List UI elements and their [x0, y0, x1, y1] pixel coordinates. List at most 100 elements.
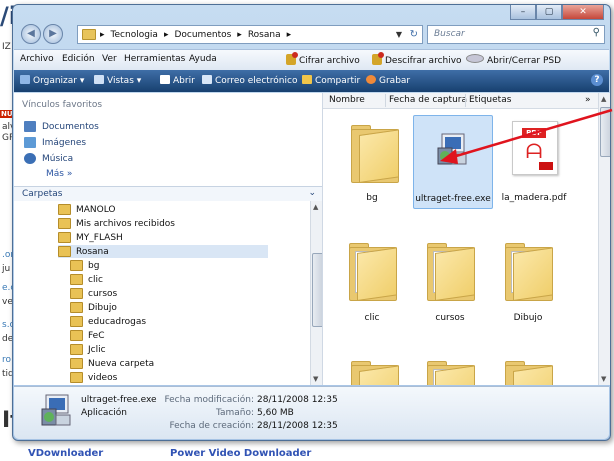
scroll-down-icon[interactable]: ▼ [313, 375, 318, 383]
grabar-button[interactable]: Grabar [366, 75, 410, 86]
menu-bar: Archivo Edición Ver Herramientas Ayuda C… [14, 49, 609, 70]
correo-electronico-button[interactable]: Correo electrónico [202, 75, 297, 86]
forward-button[interactable]: ▶ [43, 24, 63, 44]
tree-item-cursos[interactable]: cursos [70, 287, 117, 300]
files-scrollbar[interactable]: ▲ ▼ [598, 93, 610, 385]
close-button[interactable]: ✕ [562, 5, 604, 20]
folder-icon [70, 372, 83, 383]
column-separator[interactable] [385, 94, 386, 107]
favorite-musica[interactable]: Música [24, 153, 73, 164]
scroll-down-icon[interactable]: ▼ [601, 375, 606, 383]
folder-icon [505, 361, 553, 385]
menu-ver[interactable]: Ver [102, 54, 117, 64]
tree-item-jclic[interactable]: Jclic [70, 343, 106, 356]
tree-item-dibujo[interactable]: Dibujo [70, 301, 117, 314]
favorite-documentos[interactable]: Documentos [24, 121, 99, 132]
organizar-button[interactable]: Organizar ▾ [20, 75, 84, 86]
unlock-icon [372, 52, 384, 65]
installer-icon [41, 394, 71, 426]
breadcrumb-tecnologia[interactable]: Tecnologia [111, 30, 164, 40]
crumb-separator-icon: ▸ [237, 29, 242, 40]
cifrar-archivo-button[interactable]: Cifrar archivo [286, 52, 360, 66]
column-fecha-captura[interactable]: Fecha de captura [389, 95, 467, 105]
folder-icon [349, 243, 397, 301]
more-columns-icon[interactable]: » [585, 95, 591, 105]
file-item-clic[interactable]: clic [337, 237, 407, 327]
abrir-button[interactable]: Abrir [160, 75, 195, 86]
folder-icon [427, 243, 475, 301]
bg-link-power-video-downloader[interactable]: Power Video Downloader [170, 448, 311, 459]
column-etiquetas[interactable]: Etiquetas [469, 95, 511, 105]
caption-buttons: – ▢ ✕ [510, 5, 604, 21]
menu-herramientas[interactable]: Herramientas [124, 54, 185, 64]
tree-item-mis-archivos-recibidos[interactable]: Mis archivos recibidos [58, 217, 175, 230]
scroll-up-icon[interactable]: ▲ [313, 203, 318, 211]
explorer-window: – ▢ ✕ ◀ ▶ ▸ Tecnologia ▸ Documentos ▸ Ro… [12, 4, 611, 441]
search-icon[interactable]: ⚲ [593, 27, 600, 38]
share-icon [302, 75, 312, 84]
help-icon[interactable]: ? [591, 74, 603, 86]
search-placeholder: Buscar [434, 29, 465, 39]
menu-archivo[interactable]: Archivo [20, 54, 54, 64]
tree-item-clic[interactable]: clic [70, 273, 103, 286]
folder-icon [70, 274, 83, 285]
bg-link-vdownloader[interactable]: VDownloader [28, 448, 103, 459]
maximize-button[interactable]: ▢ [536, 5, 562, 20]
navigation-pane: Vínculos favoritos Documentos Imágenes M… [14, 93, 324, 385]
menu-ayuda[interactable]: Ayuda [189, 54, 217, 64]
tree-item-videos[interactable]: videos [70, 371, 117, 384]
tree-item-nueva-carpeta[interactable]: Nueva carpeta [70, 357, 154, 370]
detail-size-label: Tamaño: [215, 408, 254, 418]
files-scroll-thumb[interactable] [600, 107, 610, 157]
vistas-button[interactable]: Vistas ▾ [94, 75, 141, 86]
minimize-button[interactable]: – [510, 5, 536, 20]
folder-icon [58, 232, 71, 243]
file-item-la-madera-pdf[interactable]: PDF ᗩ la_madera.pdf [499, 115, 569, 205]
abrir-cerrar-psd-button[interactable]: Abrir/Cerrar PSD [466, 54, 561, 66]
folders-header[interactable]: Carpetas ⌄ [14, 186, 322, 201]
tree-item-bg[interactable]: bg [70, 259, 99, 272]
tree-item-my-flash[interactable]: MY_FLASH [58, 231, 123, 244]
breadcrumb-documentos[interactable]: Documentos [174, 30, 237, 40]
file-item-ultraget-free-exe[interactable]: ultraget-free.exe [413, 115, 493, 209]
disc-icon [466, 54, 484, 63]
file-item-cursos[interactable]: cursos [415, 237, 485, 327]
detail-created-label: Fecha de creación: [169, 421, 254, 431]
tree-item-manolo[interactable]: MANOLO [58, 203, 116, 216]
menu-edicion[interactable]: Edición [62, 54, 95, 64]
acrobat-icon: ᗩ [525, 139, 543, 163]
views-icon [94, 75, 104, 84]
refresh-icon[interactable]: ↻ [410, 29, 418, 40]
file-item-dibujo[interactable]: Dibujo [493, 237, 563, 327]
adobe-logo-icon [539, 162, 553, 170]
chevron-down-icon[interactable]: ▼ [396, 30, 402, 39]
file-item-partial[interactable] [493, 355, 563, 385]
breadcrumb-rosana[interactable]: Rosana [248, 30, 287, 40]
chevron-down-icon[interactable]: ⌄ [308, 188, 316, 198]
lock-icon [286, 52, 298, 65]
favorite-imagenes[interactable]: Imágenes [24, 137, 86, 148]
folder-icon [82, 29, 96, 40]
file-label: la_madera.pdf [501, 193, 567, 203]
more-link[interactable]: Más » [46, 169, 72, 179]
file-item-bg[interactable]: bg [337, 115, 407, 205]
file-item-partial[interactable] [415, 355, 485, 385]
compartir-button[interactable]: Compartir [302, 75, 360, 86]
folder-icon [505, 243, 553, 301]
crumb-separator-icon: ▸ [163, 29, 169, 40]
folder-icon [70, 358, 83, 369]
bg-fragment[interactable]: ro [2, 355, 11, 365]
address-bar[interactable]: ▸ Tecnologia ▸ Documentos ▸ Rosana ▸ ▼ ↻ [77, 25, 423, 44]
tree-item-educadrogas[interactable]: educadrogas [70, 315, 146, 328]
folder-icon [351, 125, 399, 183]
column-separator[interactable] [465, 94, 466, 107]
scroll-up-icon[interactable]: ▲ [601, 95, 606, 103]
tree-item-rosana[interactable]: Rosana [58, 245, 268, 258]
search-box[interactable]: Buscar ⚲ [427, 25, 605, 44]
column-nombre[interactable]: Nombre [329, 95, 365, 105]
file-item-partial[interactable] [337, 355, 407, 385]
open-icon [160, 75, 170, 84]
descifrar-archivo-button[interactable]: Descifrar archivo [372, 52, 462, 66]
back-button[interactable]: ◀ [21, 24, 41, 44]
tree-item-fec[interactable]: FeC [70, 329, 105, 342]
